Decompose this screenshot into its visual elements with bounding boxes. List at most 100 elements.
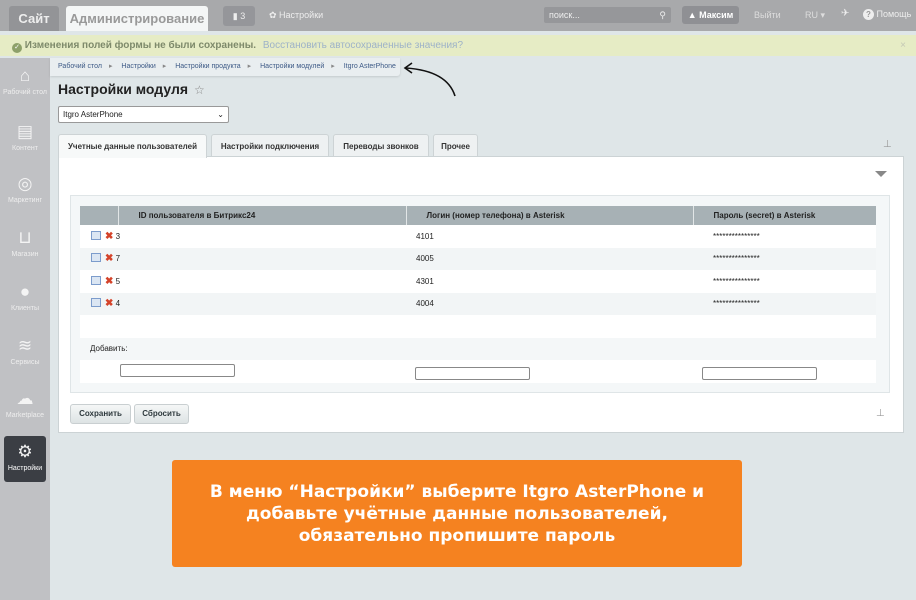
help-icon: ? <box>863 9 874 20</box>
password: *************** <box>693 293 876 316</box>
edit-icon[interactable] <box>91 276 101 285</box>
reset-button[interactable]: Сбросить <box>134 404 189 424</box>
user-id: 4 <box>116 299 120 308</box>
password: *************** <box>693 225 876 248</box>
edit-icon[interactable] <box>91 253 101 262</box>
cloud-icon: ☁ <box>0 389 50 409</box>
new-password-input[interactable] <box>702 367 817 380</box>
password: *************** <box>693 270 876 293</box>
edit-icon[interactable] <box>91 298 101 307</box>
tab-admin[interactable]: Администрирование <box>66 6 208 31</box>
gear-icon: ✿ <box>269 10 279 20</box>
sidebar-item-content[interactable]: ▤Контент <box>0 122 50 152</box>
chevron-right-icon: ▸ <box>248 63 252 70</box>
language-label: RU <box>805 10 818 20</box>
header-login: Логин (номер телефона) в Asterisk <box>406 206 693 225</box>
credentials-table: ID пользователя в Битрикс24 Логин (номер… <box>80 206 876 383</box>
sidebar-label: Рабочий стол <box>3 89 47 96</box>
sidebar: ⌂ Рабочий стол ▤Контент ◎Маркетинг ⊔ Магаз… <box>0 58 50 600</box>
settings-panel: ID пользователя в Битрикс24 Логин (номер… <box>58 156 904 433</box>
instruction-callout: В меню “Настройки” выберите Itgro AsterP… <box>172 460 742 567</box>
sidebar-label: Настройки <box>8 465 42 472</box>
delete-icon[interactable]: ✖ <box>105 276 113 287</box>
target-icon: ◎ <box>0 174 50 194</box>
sidebar-item-settings[interactable]: ⚙ Настройки <box>4 436 46 482</box>
help-link[interactable]: ? Помощь <box>863 9 911 20</box>
breadcrumb-item[interactable]: Настройки продукта <box>175 63 240 70</box>
collapse-arrow-icon[interactable] <box>875 171 887 177</box>
sidebar-label: Клиенты <box>11 305 39 312</box>
restore-link[interactable]: Восстановить автосохраненные значения? <box>263 40 463 51</box>
sidebar-label: Магазин <box>11 251 38 258</box>
tab-connection-settings[interactable]: Настройки подключения <box>211 134 329 157</box>
settings-link[interactable]: ✿ Настройки <box>269 10 323 21</box>
sidebar-item-marketplace[interactable]: ☁ Marketplace <box>0 389 50 419</box>
chevron-right-icon: ▸ <box>163 63 167 70</box>
login: 4005 <box>406 248 693 271</box>
page-title: Настройки модуля <box>58 81 188 97</box>
basket-icon: ⊔ <box>0 228 50 248</box>
user-button[interactable]: ▲ Максим <box>682 6 739 24</box>
pin-icon[interactable]: ⊥ <box>876 408 885 419</box>
user-name: Максим <box>699 10 733 20</box>
callout-line: обязательно пропишите пароль <box>172 525 742 547</box>
breadcrumb-item[interactable]: Настройки модулей <box>260 63 324 70</box>
layers-icon: ≋ <box>0 336 50 356</box>
add-row <box>80 360 876 383</box>
user-id: 7 <box>116 254 120 263</box>
tab-user-credentials[interactable]: Учетные данные пользователей <box>58 134 207 158</box>
module-select-value: Itgro AsterPhone <box>63 110 123 119</box>
user-id: 3 <box>116 232 120 241</box>
chevron-down-icon: ▾ <box>818 10 825 20</box>
star-icon[interactable]: ☆ <box>194 83 205 97</box>
breadcrumb-item[interactable]: Настройки <box>121 63 155 70</box>
tab-other[interactable]: Прочее <box>433 134 478 157</box>
check-icon: ✓ <box>12 43 22 53</box>
module-select[interactable]: Itgro AsterPhone⌄ <box>58 106 229 123</box>
save-button[interactable]: Сохранить <box>70 404 131 424</box>
callout-line: В меню “Настройки” выберите Itgro AsterP… <box>172 481 742 503</box>
chevron-right-icon: ▸ <box>109 63 113 70</box>
login: 4004 <box>406 293 693 316</box>
breadcrumb-item[interactable]: Itgro AsterPhone <box>344 63 396 70</box>
new-login-input[interactable] <box>415 367 530 380</box>
delete-icon[interactable]: ✖ <box>105 231 113 242</box>
sidebar-item-desktop[interactable]: ⌂ Рабочий стол <box>0 66 50 96</box>
sidebar-item-services[interactable]: ≋Сервисы <box>0 336 50 366</box>
credentials-table-panel: ID пользователя в Битрикс24 Логин (номер… <box>70 195 890 393</box>
settings-label: Настройки <box>279 10 323 20</box>
login: 4301 <box>406 270 693 293</box>
header-password: Пароль (secret) в Asterisk <box>693 206 876 225</box>
pin-icon[interactable]: ✈ <box>841 8 849 19</box>
home-icon: ⌂ <box>0 66 50 86</box>
table-row: ✖ 4 4004*************** <box>80 293 876 316</box>
edit-icon[interactable] <box>91 231 101 240</box>
breadcrumb-item[interactable]: Рабочий стол <box>58 63 102 70</box>
delete-icon[interactable]: ✖ <box>105 298 113 309</box>
delete-icon[interactable]: ✖ <box>105 253 113 264</box>
logout-link[interactable]: Выйти <box>754 10 781 20</box>
search-icon[interactable]: ⚲ <box>659 7 666 23</box>
gear-icon: ⚙ <box>4 442 46 462</box>
notifications-button[interactable]: ▮ 3 <box>223 6 255 26</box>
user-icon: ▲ <box>688 10 699 20</box>
tab-call-transfers[interactable]: Переводы звонков <box>333 134 429 157</box>
table-row: ✖ 54301*************** <box>80 270 876 293</box>
sidebar-item-marketing[interactable]: ◎Маркетинг <box>0 174 50 204</box>
callout-line: добавьте учётные данные пользователей, <box>172 503 742 525</box>
arrow-annotation-icon <box>400 60 460 100</box>
close-icon[interactable]: × <box>900 35 906 56</box>
table-row-empty <box>80 315 876 338</box>
search-input[interactable]: поиск...⚲ <box>544 7 671 23</box>
tab-site[interactable]: Сайт <box>9 6 59 31</box>
document-icon: ▤ <box>0 122 50 142</box>
sidebar-item-shop[interactable]: ⊔ Магазин <box>0 228 50 258</box>
language-select[interactable]: RU ▾ <box>805 10 825 21</box>
pin-icon[interactable]: ⊥ <box>883 139 892 150</box>
sidebar-item-clients[interactable]: ●Клиенты <box>0 282 50 312</box>
new-user-id-input[interactable] <box>120 364 235 377</box>
sidebar-label: Marketplace <box>6 412 44 419</box>
top-bar: Сайт Администрирование ▮ 3 ✿ Настройки п… <box>0 0 916 31</box>
table-row: ✖ 74005*************** <box>80 248 876 271</box>
notification-count: 3 <box>240 11 245 21</box>
